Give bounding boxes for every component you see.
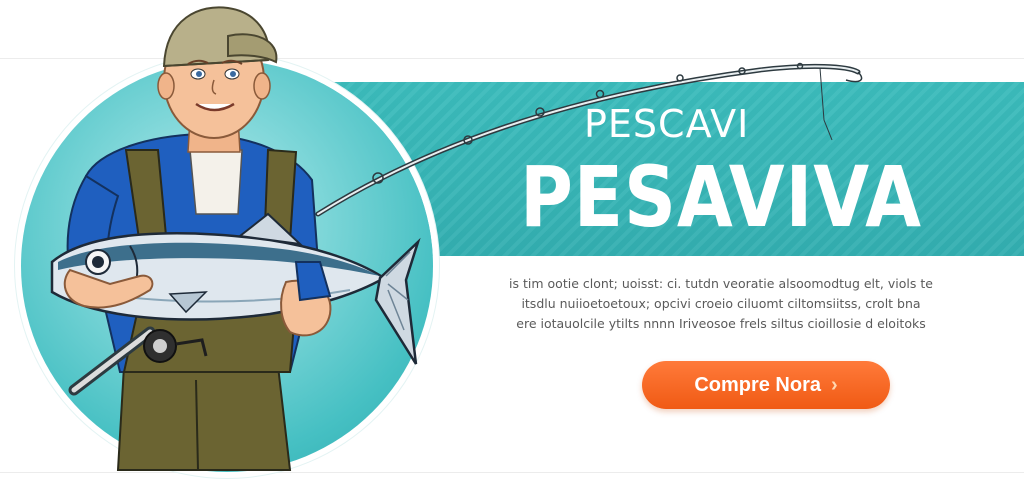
description-line: ere iotauolcile ytilts nnnn Iriveosoe fr… xyxy=(516,316,926,331)
description-text: is tim ootie clont; uoisst: ci. tutdn ve… xyxy=(486,274,956,334)
buy-now-button[interactable]: Compre Nora › xyxy=(642,361,890,409)
fisherman-illustration xyxy=(50,6,421,471)
promo-banner: PESCAVI PESAVIVA is tim ootie clont; uoi… xyxy=(0,0,1024,499)
description-line: itsdlu nuiioetoetoux; opcivi croeio cilu… xyxy=(521,296,921,311)
brand-title: PESAVIVA xyxy=(520,148,922,246)
buy-now-label: Compre Nora xyxy=(694,373,822,396)
chevron-right-icon: › xyxy=(831,374,838,396)
description-line: is tim ootie clont; uoisst: ci. tutdn ve… xyxy=(509,276,933,291)
brand-subtitle: PESCAVI xyxy=(584,102,750,146)
